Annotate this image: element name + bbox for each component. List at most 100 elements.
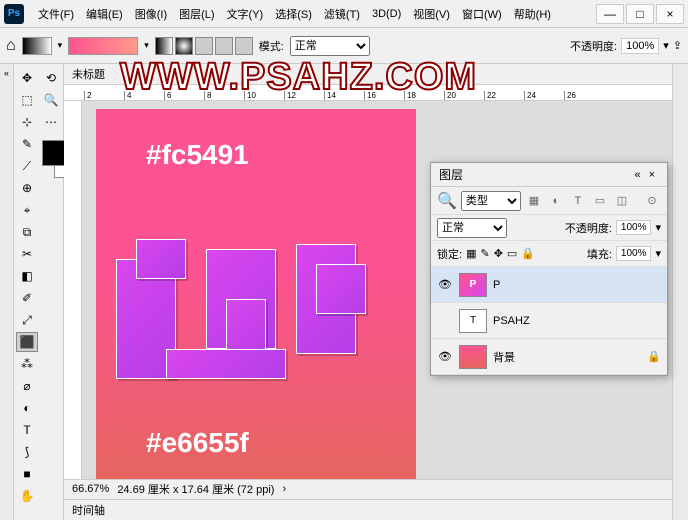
maximize-button[interactable]: □ [626,4,654,24]
layer-blend-select[interactable]: 正常 [437,218,507,238]
layer-filter-select[interactable]: 类型 [461,191,521,211]
lock-position-icon[interactable]: ✎ [480,247,489,260]
tool-lasso[interactable]: ⊹ [16,112,38,132]
gradient-swatch-a[interactable] [22,37,52,55]
menu-file[interactable]: 文件(F) [32,6,80,22]
filter-adjust-icon[interactable]: ◐ [547,192,565,210]
tool-stamp[interactable]: ◧ [16,266,38,286]
tool-marquee[interactable]: ⬚ [16,90,38,110]
chevron-down-icon[interactable]: ▾ [663,39,669,52]
3d-shapes [116,239,396,399]
tool-blur[interactable]: ⁂ [16,354,38,374]
menu-view[interactable]: 视图(V) [407,6,456,22]
filter-toggle-icon[interactable]: ⊙ [643,192,661,210]
filter-type-icon[interactable]: T [569,192,587,210]
opacity-value[interactable]: 100% [621,38,659,54]
gradient-preview[interactable] [68,37,138,55]
filter-shape-icon[interactable]: ▭ [591,192,609,210]
tool-pen[interactable]: ◐ [16,398,38,418]
share-icon[interactable]: ⇪ [673,39,682,52]
layer-opacity-label: 不透明度: [565,220,612,236]
menu-help[interactable]: 帮助(H) [508,6,557,22]
horizontal-ruler: 2468101214161820222426 [64,85,672,101]
tool-zoom[interactable]: 🔍 [40,90,62,110]
layer-name[interactable]: P [493,279,500,291]
ps-app-icon: Ps [4,4,24,24]
document-tab[interactable]: 未标题 [64,64,672,85]
zoom-level[interactable]: 66.67% [72,483,109,495]
layer-opacity-value[interactable]: 100% [616,220,652,235]
lock-label: 锁定: [437,246,462,262]
tool-crop[interactable]: ⟋ [16,156,38,176]
tool-hand[interactable]: ✋ [16,486,38,506]
tool-eraser[interactable]: ⤢ [16,310,38,330]
vertical-ruler [64,101,82,479]
menu-type[interactable]: 文字(Y) [221,6,270,22]
visibility-toggle-icon[interactable]: 👁 [437,350,453,363]
layers-panel: 图层 « × 🔍 类型 ▦ ◐ T ▭ ◫ ⊙ 正常 不透明度: 100%▾ 锁… [430,162,668,376]
tool-type[interactable]: T [16,420,38,440]
tool-dodge[interactable]: ⌀ [16,376,38,396]
right-collapse-strip[interactable] [672,64,688,520]
gradient-type-buttons[interactable] [155,37,253,55]
doc-dimensions: 24.69 厘米 x 17.64 厘米 (72 ppi) [117,481,274,497]
canvas-artwork: #fc5491 #e6655f [96,109,416,479]
tool-patch[interactable]: ⧉ [16,222,38,242]
diamond-gradient-icon[interactable] [235,37,253,55]
fill-value[interactable]: 100% [616,246,652,261]
linear-gradient-icon[interactable] [155,37,173,55]
tool-frame[interactable]: ⊕ [16,178,38,198]
tool-path[interactable]: ⟆ [16,442,38,462]
menu-window[interactable]: 窗口(W) [456,6,508,22]
menu-filter[interactable]: 滤镜(T) [318,6,366,22]
color-label-top: #fc5491 [146,139,249,171]
blend-mode-label: 模式: [259,38,284,54]
layers-panel-title: 图层 [439,166,463,183]
lock-all-icon[interactable]: 🔒 [521,247,535,260]
blend-mode-select[interactable]: 正常 [290,36,370,56]
layer-name[interactable]: PSAHZ [493,315,530,327]
status-chevron-icon[interactable]: › [282,483,286,495]
layer-row[interactable]: 👁 P P [431,267,667,303]
toolbox: ✥ ⬚ ⊹ ✎ ⟋ ⊕ ⌖ ⧉ ✂ ◧ ✐ ⤢ ⬛ ⁂ ⌀ ◐ T ⟆ ■ ✋ … [14,64,64,520]
panel-close-icon[interactable]: × [645,169,659,181]
tool-wand[interactable]: ✎ [16,134,38,154]
tool-eyedropper[interactable]: ⌖ [16,200,38,220]
filter-pixel-icon[interactable]: ▦ [525,192,543,210]
layer-row[interactable]: 👁 背景 🔒 [431,339,667,375]
lock-move-icon[interactable]: ✥ [494,247,503,260]
filter-smart-icon[interactable]: ◫ [613,192,631,210]
search-icon[interactable]: 🔍 [437,191,457,211]
radial-gradient-icon[interactable] [175,37,193,55]
angle-gradient-icon[interactable] [195,37,213,55]
close-button[interactable]: × [656,4,684,24]
lock-pixels-icon[interactable]: ▦ [466,247,476,260]
menu-image[interactable]: 图像(I) [129,6,173,22]
tool-move[interactable]: ✥ [16,68,38,88]
tool-history[interactable]: ✐ [16,288,38,308]
lock-artboard-icon[interactable]: ▭ [507,247,517,260]
tool-more[interactable]: ⋯ [40,112,62,132]
tool-brush[interactable]: ✂ [16,244,38,264]
layer-name[interactable]: 背景 [493,349,515,365]
fill-label: 填充: [587,246,612,262]
menu-edit[interactable]: 编辑(E) [80,6,129,22]
layer-thumbnail[interactable]: T [459,309,487,333]
menu-layer[interactable]: 图层(L) [173,6,220,22]
visibility-toggle-icon[interactable]: 👁 [437,278,453,291]
minimize-button[interactable]: — [596,4,624,24]
tool-rotate[interactable]: ⟲ [40,68,62,88]
left-collapse-strip[interactable]: « [0,64,14,520]
tool-gradient[interactable]: ⬛ [16,332,38,352]
timeline-tab[interactable]: 时间轴 [64,499,672,520]
layer-thumbnail[interactable]: P [459,273,487,297]
color-label-bottom: #e6655f [146,427,249,459]
panel-collapse-icon[interactable]: « [630,169,644,181]
layer-thumbnail[interactable] [459,345,487,369]
home-icon[interactable]: ⌂ [6,37,16,55]
menu-select[interactable]: 选择(S) [269,6,318,22]
tool-rect[interactable]: ■ [16,464,38,484]
reflected-gradient-icon[interactable] [215,37,233,55]
menu-3d[interactable]: 3D(D) [366,8,407,20]
layer-row[interactable]: T PSAHZ [431,303,667,339]
